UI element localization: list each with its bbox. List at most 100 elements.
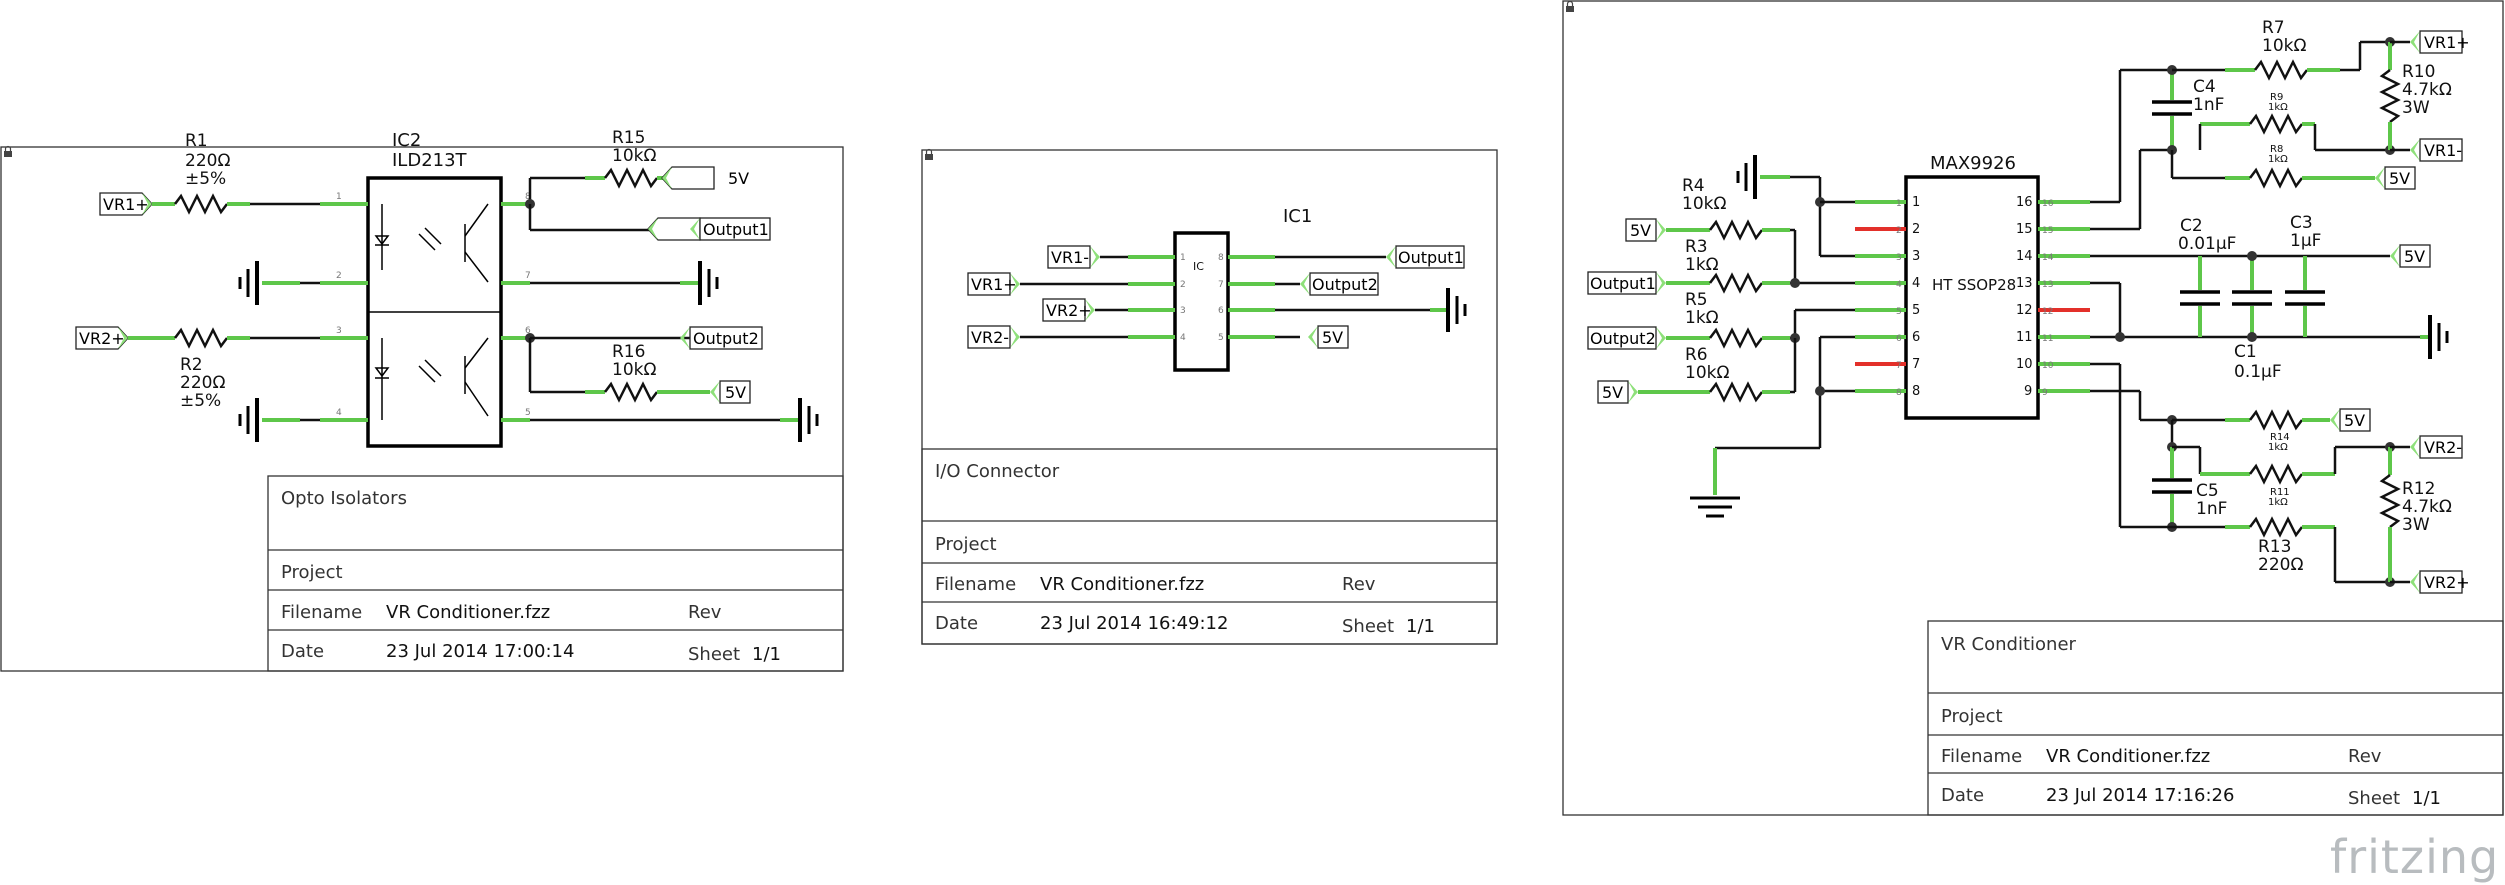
r12-value: 4.7kΩ (2402, 497, 2452, 517)
svg-text:12: 12 (2016, 303, 2033, 318)
net-vr1p-text: VR1+ (103, 195, 149, 214)
svg-text:14: 14 (2016, 249, 2033, 264)
svg-text:5: 5 (1896, 307, 1902, 317)
resistor-r14 (2249, 409, 2303, 431)
sheet-value: 1/1 (1406, 616, 1435, 637)
resistor-r9 (2249, 113, 2303, 135)
max9926-body (1904, 175, 2040, 420)
svg-text:1: 1 (336, 192, 342, 202)
r2-tol: ±5% (180, 391, 221, 411)
io-sheet-frame (921, 149, 1498, 645)
rev-label: Rev (688, 602, 722, 623)
resistor-r3 (1709, 272, 1763, 294)
fritzing-logo: fritzing (2330, 830, 2499, 884)
ground-icon (1736, 153, 1757, 201)
filename-value: VR Conditioner.fzz (1040, 574, 1204, 595)
date-value: 23 Jul 2014 17:00:14 (386, 641, 574, 662)
date-label: Date (935, 613, 978, 634)
sheet-label: Sheet (2348, 788, 2400, 809)
max9926-body-label: HT SSOP28 (1932, 276, 2016, 294)
r15-value: 10kΩ (612, 146, 656, 166)
r6-value: 10kΩ (1685, 363, 1729, 383)
vr-title-block: VR Conditioner Project Filename VR Condi… (1927, 620, 2504, 816)
ic2-ref: IC2 (392, 130, 421, 151)
c2-ref: C2 (2180, 216, 2203, 236)
io-title: I/O Connector (935, 461, 1060, 482)
schematic-canvas: IC2 ILD213T 12348765 VR1+ R1 220Ω ±5% VR… (0, 0, 2504, 884)
c3-ref: C3 (2290, 213, 2313, 233)
svg-text:8: 8 (1896, 388, 1902, 398)
r4-value: 10kΩ (1682, 194, 1726, 214)
c5-ref: C5 (2196, 481, 2219, 501)
ic2-part: ILD213T (392, 150, 468, 171)
svg-text:1: 1 (1912, 195, 1920, 210)
date-value: 23 Jul 2014 17:16:26 (2046, 785, 2234, 806)
opto-sheet: IC2 ILD213T 12348765 VR1+ R1 220Ω ±5% VR… (0, 128, 844, 672)
lock-icon (1565, 0, 1575, 13)
resistor-r6 (1709, 381, 1763, 403)
r10-ref: R10 (2402, 62, 2435, 82)
net-vr2m-text: VR2- (971, 328, 1009, 347)
net-vr1p-text: VR1+ (2424, 33, 2470, 52)
ic1-body-label: IC (1193, 260, 1204, 273)
opto-title-block: Opto Isolators Project Filename VR Condi… (267, 475, 844, 672)
resistor-r15 (604, 167, 658, 189)
r2-value: 220Ω (180, 373, 225, 393)
svg-text:1: 1 (1896, 199, 1902, 209)
r7-value: 10kΩ (2262, 36, 2306, 56)
c4-value: 1nF (2193, 95, 2224, 115)
r12-power: 3W (2402, 515, 2430, 535)
r12-ref: R12 (2402, 479, 2435, 499)
r1-ref: R1 (185, 131, 208, 151)
r13-ref: R13 (2258, 537, 2291, 557)
svg-text:9: 9 (2024, 384, 2032, 399)
ground-icon (238, 259, 259, 307)
date-value: 23 Jul 2014 16:49:12 (1040, 613, 1228, 634)
svg-text:3: 3 (336, 326, 342, 336)
filename-label: Filename (1941, 746, 2022, 767)
svg-text:13: 13 (2016, 276, 2033, 291)
net-output1-text: Output1 (703, 220, 769, 239)
resistor-r4 (1709, 219, 1763, 241)
svg-text:9: 9 (2042, 388, 2048, 398)
capacitor-c1 (2232, 256, 2272, 337)
net-5v-text-4: 5V (2404, 247, 2425, 266)
net-5v-text: 5V (1322, 328, 1343, 347)
r1-tol: ±5% (185, 169, 226, 189)
c4-ref: C4 (2193, 77, 2216, 97)
svg-text:7: 7 (1896, 361, 1902, 371)
svg-text:5: 5 (1218, 333, 1224, 343)
r7-ref: R7 (2262, 18, 2285, 38)
svg-text:7: 7 (525, 271, 531, 281)
resistor-r10 (2379, 69, 2401, 123)
resistor-r11 (2249, 463, 2303, 485)
net-vr1p-text: VR1+ (971, 275, 1017, 294)
svg-text:4: 4 (1896, 280, 1902, 290)
vr-title: VR Conditioner (1941, 634, 2077, 655)
r3-ref: R3 (1685, 237, 1708, 257)
filename-label: Filename (935, 574, 1016, 595)
lock-icon (3, 145, 13, 158)
net-output1-text: Output1 (1590, 274, 1656, 293)
ic1-ref: IC1 (1283, 206, 1312, 227)
c1-ref: C1 (2234, 342, 2257, 362)
net-vr1m-text: VR1- (1051, 248, 1089, 267)
r2-ref: R2 (180, 355, 203, 375)
max9926-part: MAX9926 (1930, 153, 2016, 174)
net-5v-text: 5V (1630, 221, 1651, 240)
lock-icon (924, 148, 934, 161)
svg-text:11: 11 (2042, 334, 2053, 344)
ground-icon (1446, 286, 1467, 334)
net-vr1m-text: VR1- (2424, 141, 2462, 160)
svg-text:11: 11 (2016, 330, 2033, 345)
net-output2-text: Output2 (693, 329, 759, 348)
r3-value: 1kΩ (1685, 255, 1719, 275)
r5-value: 1kΩ (1685, 308, 1719, 328)
net-5v-text-2: 5V (725, 383, 746, 402)
net-5v-text-2: 5V (1602, 383, 1623, 402)
svg-text:16: 16 (2016, 195, 2033, 210)
r5-ref: R5 (1685, 290, 1708, 310)
svg-text:2: 2 (1896, 226, 1902, 236)
svg-text:12: 12 (2042, 307, 2053, 317)
rev-label: Rev (1342, 574, 1376, 595)
